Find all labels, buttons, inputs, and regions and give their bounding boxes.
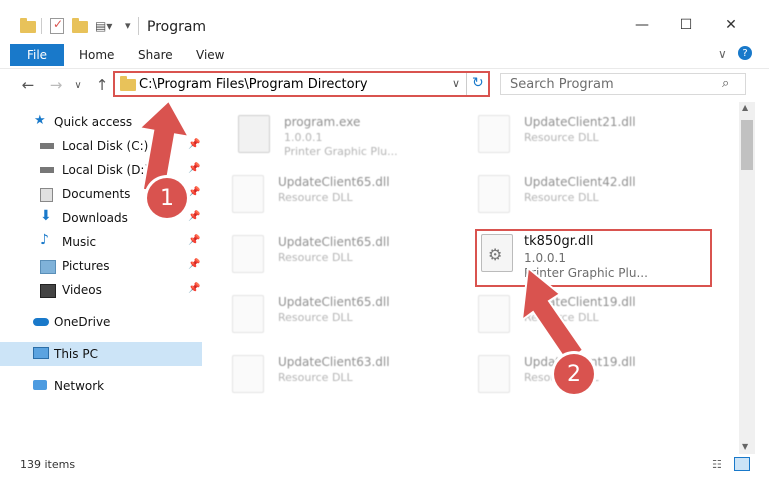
arrow-2 (520, 266, 585, 364)
step-badge-1: 1 (147, 178, 187, 218)
step-badge-2: 2 (554, 354, 594, 394)
annotation-arrows (137, 99, 585, 364)
